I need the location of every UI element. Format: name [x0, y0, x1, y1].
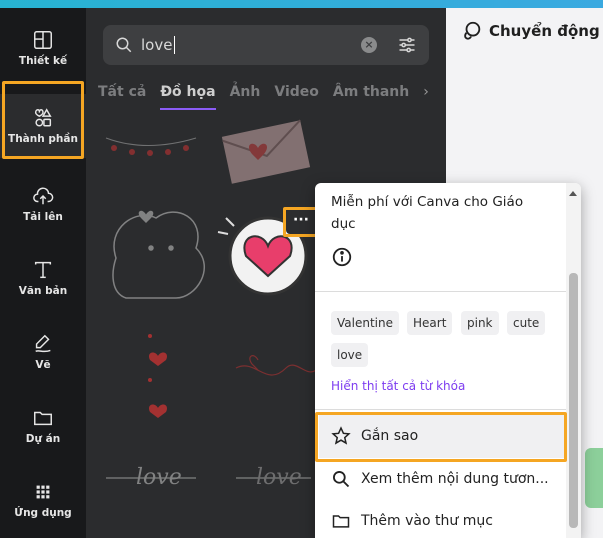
left-rail: Thiết kế Thành phần Tải lên Văn bản Vẽ D… — [0, 8, 86, 538]
heart-line-graphic[interactable] — [235, 355, 317, 376]
search-input[interactable]: love × — [103, 25, 429, 65]
keyword-chip[interactable]: Heart — [407, 311, 453, 335]
keyword-chip[interactable]: cute — [507, 311, 546, 335]
rail-item-label: Thành phần — [8, 133, 78, 145]
love-arrow-graphic[interactable]: love love — [106, 465, 311, 490]
more-options-button[interactable]: ··· — [286, 210, 316, 234]
search-icon — [116, 37, 132, 53]
rail-item-label: Ứng dụng — [14, 507, 72, 519]
motion-button[interactable]: Chuyển động — [461, 20, 600, 42]
draw-icon — [35, 334, 51, 353]
svg-text:love: love — [256, 465, 302, 490]
see-more-label: Xem thêm nội dung tươn... — [361, 471, 549, 487]
filter-sliders-icon[interactable] — [397, 35, 417, 55]
elements-icon — [34, 108, 52, 127]
add-folder-label: Thêm vào thư mục — [361, 513, 493, 529]
license-info-text: Miễn phí với Canva cho Giáo dục — [331, 194, 524, 232]
rail-item-text[interactable]: Văn bản — [0, 246, 86, 310]
rail-item-label: Vẽ — [35, 359, 51, 371]
info-icon[interactable] — [331, 246, 353, 268]
svg-text:love: love — [136, 465, 182, 490]
rail-item-projects[interactable]: Dự án — [0, 394, 86, 458]
rail-item-design[interactable]: Thiết kế — [0, 16, 86, 80]
see-more-menu-item[interactable]: Xem thêm nội dung tươn... — [319, 457, 565, 501]
keyword-chip[interactable]: pink — [461, 311, 499, 335]
clear-search-icon[interactable]: × — [361, 37, 377, 53]
small-hearts-graphic[interactable] — [148, 334, 168, 418]
top-accent-strip — [0, 0, 603, 8]
cloud-upload-icon — [33, 187, 54, 205]
tab-graphics[interactable]: Đồ họa — [160, 84, 216, 110]
text-icon — [34, 261, 52, 279]
scroll-up-arrow-icon[interactable] — [569, 191, 577, 196]
search-icon — [333, 471, 350, 488]
motion-label: Chuyển động — [489, 22, 600, 40]
love-envelope-graphic[interactable] — [221, 119, 311, 184]
tab-all[interactable]: Tất cả — [98, 84, 146, 100]
rail-item-label: Dự án — [25, 433, 61, 445]
search-query: love — [141, 36, 173, 54]
keyword-chip[interactable]: love — [331, 343, 369, 367]
apps-grid-icon — [36, 485, 50, 499]
show-all-keywords-link[interactable]: Hiển thị tất cả từ khóa — [331, 379, 465, 393]
menu-divider — [315, 409, 566, 410]
chevron-right-icon[interactable]: › — [423, 84, 429, 100]
rail-item-upload[interactable]: Tải lên — [0, 172, 86, 236]
menu-divider — [315, 291, 566, 292]
tab-photos[interactable]: Ảnh — [230, 84, 261, 100]
menu-scrollbar-thumb[interactable] — [569, 273, 578, 528]
context-menu: Miễn phí với Canva cho Giáo dục Valentin… — [315, 183, 581, 538]
star-label: Gắn sao — [361, 428, 419, 444]
rail-item-apps[interactable]: Ứng dụng — [0, 468, 86, 532]
motion-icon — [464, 21, 481, 40]
text-cursor — [174, 36, 176, 54]
page-thumbnail-edge — [585, 448, 603, 508]
tab-videos[interactable]: Video — [274, 84, 319, 100]
rail-item-label: Tải lên — [23, 211, 63, 223]
rail-item-draw[interactable]: Vẽ — [0, 320, 86, 384]
kitty-lineart-graphic[interactable] — [112, 210, 206, 299]
heart-garland-graphic[interactable] — [105, 137, 197, 156]
layout-icon — [34, 31, 52, 49]
rail-item-label: Thiết kế — [18, 55, 68, 67]
star-menu-item[interactable]: Gắn sao — [319, 414, 565, 458]
category-tabs: Tất cả Đồ họa Ảnh Video Âm thanh › — [98, 84, 429, 110]
folder-icon — [34, 411, 52, 426]
rail-item-label: Văn bản — [18, 285, 68, 297]
keyword-chip[interactable]: Valentine — [331, 311, 399, 335]
tab-audio[interactable]: Âm thanh — [333, 84, 409, 100]
star-icon — [331, 426, 351, 445]
rail-item-elements[interactable]: Thành phần — [0, 94, 86, 158]
folder-icon — [332, 515, 350, 528]
add-to-folder-menu-item[interactable]: Thêm vào thư mục — [319, 499, 565, 538]
